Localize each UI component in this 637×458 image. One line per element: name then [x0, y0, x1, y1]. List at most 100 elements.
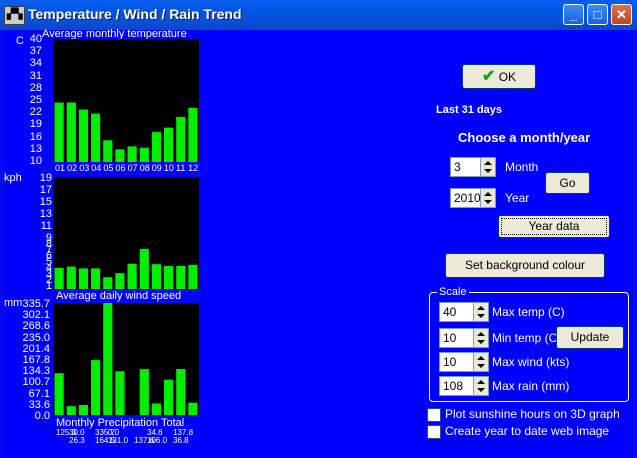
max-wind-label: Max wind (kts)	[492, 355, 570, 369]
temp-x-tick: 01	[55, 163, 66, 173]
bar-12	[188, 402, 198, 415]
bar-09	[151, 264, 161, 289]
spinner-arrows-icon[interactable]	[473, 303, 488, 321]
temp-x-tick: 09	[151, 163, 162, 173]
min-temp-value: 10	[443, 331, 457, 345]
max-wind-spinner[interactable]: 10	[439, 352, 489, 372]
wind-y-tick: 15	[39, 196, 52, 208]
rain-y-tick: 167.8	[22, 354, 50, 366]
ok-button[interactable]: ✔ OK	[462, 64, 536, 89]
rain-y-tick: 268.6	[22, 320, 50, 333]
temp-y-tick: 13	[29, 142, 42, 155]
month-value: 3	[454, 160, 461, 174]
max-rain-spinner[interactable]: 108	[439, 376, 489, 396]
sunshine-checkbox[interactable]	[427, 408, 441, 422]
bar-03	[78, 109, 88, 162]
temp-x-tick: 04	[91, 163, 102, 173]
max-wind-value: 10	[443, 355, 457, 369]
bar-06	[115, 273, 125, 289]
temp-y-tick: 28	[29, 81, 42, 94]
checkmark-icon: ✔	[481, 68, 496, 85]
bar-06	[115, 149, 125, 162]
bar-08	[139, 369, 149, 415]
max-temp-value: 40	[443, 305, 457, 319]
bar-06	[115, 371, 125, 415]
bar-01	[54, 373, 64, 415]
rain-y-tick: 302.1	[22, 309, 50, 322]
bar-05	[103, 277, 113, 289]
bar-05	[103, 140, 113, 162]
rain-y-tick: 33.6	[28, 398, 50, 411]
temp-y-tick: 22	[29, 106, 42, 119]
temp-chart	[53, 39, 199, 162]
rain-value-label: 36.8	[173, 436, 189, 445]
wind-y-tick: 6	[45, 250, 52, 262]
temp-y-tick: 25	[29, 94, 42, 106]
rain-y-tick: 100.7	[22, 376, 50, 389]
spinner-arrows-icon[interactable]	[480, 189, 495, 207]
bar-12	[188, 107, 198, 162]
max-temp-label: Max temp (C)	[492, 305, 565, 319]
bar-04	[91, 113, 101, 162]
rain-y-tick: 235.0	[22, 331, 50, 344]
title-bar[interactable]: ▞▚ Temperature / Wind / Rain Trend _ □ ✕	[0, 0, 637, 30]
temp-x-tick: 10	[163, 163, 174, 173]
max-temp-spinner[interactable]: 40	[439, 302, 489, 322]
ok-label: OK	[498, 70, 517, 84]
wind-y-tick: 8	[45, 238, 52, 250]
bar-02	[66, 266, 76, 289]
temp-x-tick: 11	[176, 163, 186, 173]
rain-y-tick: 0.0	[34, 410, 50, 422]
rain-value-label: 26.3	[69, 436, 85, 445]
minimize-button[interactable]: _	[563, 4, 584, 25]
bar-08	[139, 147, 149, 162]
bar-02	[66, 406, 76, 415]
year-data-button[interactable]: Year data	[498, 215, 610, 238]
max-rain-label: Max rain (mm)	[492, 379, 570, 393]
update-button[interactable]: Update	[556, 326, 624, 349]
wind-y-tick: 11	[40, 220, 52, 232]
year-spinner[interactable]: 2010	[450, 188, 496, 208]
close-button[interactable]: ✕	[611, 4, 632, 25]
month-spinner[interactable]: 3	[450, 157, 496, 177]
bar-01	[54, 102, 64, 162]
wind-y-tick: 17	[39, 184, 52, 196]
spinner-arrows-icon[interactable]	[480, 158, 495, 176]
maximize-button[interactable]: □	[587, 4, 608, 25]
bar-11	[176, 266, 186, 289]
temp-x-tick: 08	[139, 163, 150, 173]
sunshine-label: Plot sunshine hours on 3D graph	[445, 407, 620, 421]
spinner-arrows-icon[interactable]	[473, 377, 488, 395]
web-image-checkbox[interactable]	[427, 425, 441, 439]
spinner-arrows-icon[interactable]	[473, 329, 488, 347]
period-label: Last 31 days	[436, 104, 503, 116]
app-icon: ▞▚	[4, 6, 25, 25]
bar-04	[91, 268, 101, 289]
bar-09	[151, 403, 161, 415]
app-window: ▞▚ Temperature / Wind / Rain Trend _ □ ✕…	[0, 0, 637, 458]
bar-12	[188, 264, 198, 289]
temp-x-tick: 07	[127, 163, 138, 173]
min-temp-spinner[interactable]: 10	[439, 328, 489, 348]
client-area: C Average monthly temperature 40 37 34 31 28…	[4, 28, 633, 458]
scale-label: Scale	[437, 286, 469, 298]
bar-03	[78, 405, 88, 415]
year-label: Year	[505, 191, 530, 205]
rain-y-tick: 134.3	[22, 365, 50, 378]
go-button[interactable]: Go	[545, 172, 590, 194]
spinner-arrows-icon[interactable]	[473, 353, 488, 371]
temp-y-tick: 19	[29, 118, 42, 131]
window-title: Temperature / Wind / Rain Trend	[28, 6, 242, 22]
rain-chart	[53, 303, 199, 415]
bar-11	[176, 116, 186, 162]
bar-10	[164, 379, 174, 415]
bar-04	[91, 360, 101, 415]
bar-07	[127, 263, 137, 289]
bar-10	[164, 266, 174, 289]
bar-01	[54, 267, 64, 289]
temp-y-tick: 40	[29, 33, 42, 45]
temp-x-tick: 03	[79, 163, 90, 173]
temp-y-tick: 37	[29, 45, 42, 58]
set-background-colour-button[interactable]: Set background colour	[445, 253, 605, 278]
temp-y-tick: 16	[29, 130, 42, 143]
